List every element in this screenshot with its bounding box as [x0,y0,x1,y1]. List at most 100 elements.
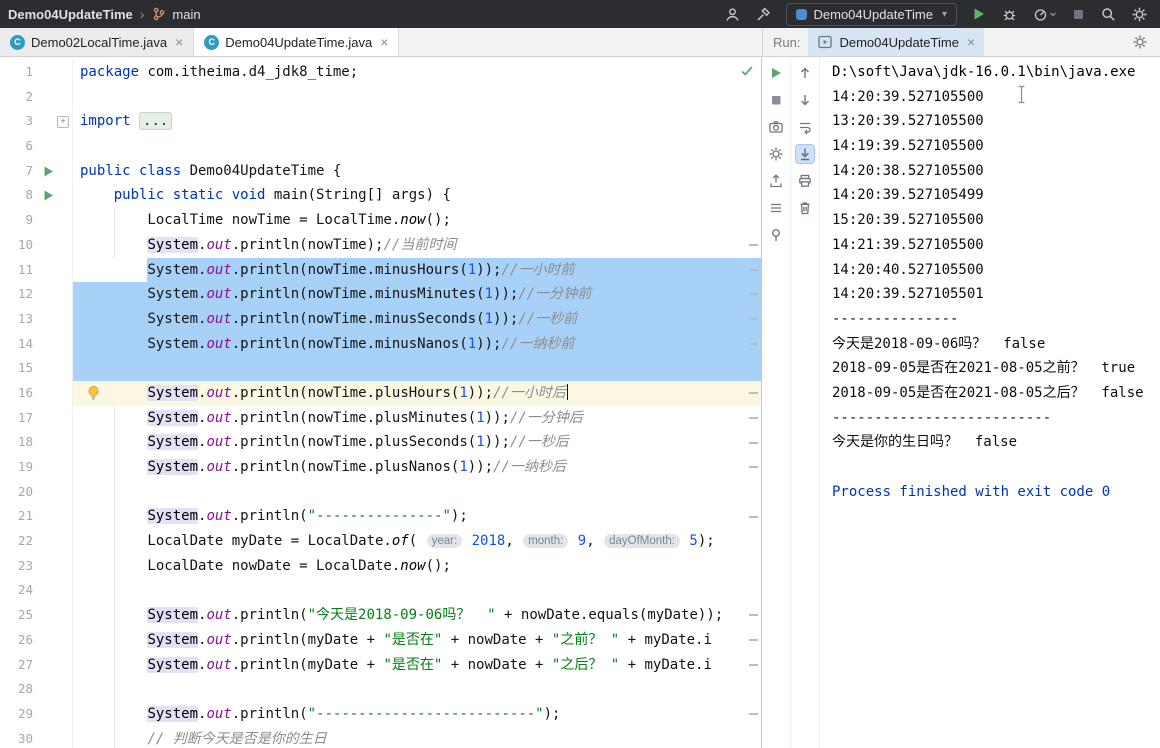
code-editor[interactable]: 1 package com.itheima.d4_jdk8_time; 2 3 + im… [0,57,762,748]
gutter[interactable]: 24 [0,578,73,604]
run-method-icon[interactable] [33,183,72,208]
soft-wrap-button[interactable] [796,118,814,136]
code-line[interactable]: 21 System.out.println("---------------")… [0,504,761,530]
rerun-button[interactable] [767,64,785,82]
gutter[interactable]: 25 [0,603,73,628]
settings-button[interactable] [767,145,785,163]
run-method-icon[interactable] [33,159,72,184]
close-icon[interactable]: × [967,35,975,49]
code-line[interactable]: 24 [0,578,761,604]
project-name[interactable]: Demo04UpdateTime [8,7,133,22]
fold-expand-icon[interactable]: + [57,116,69,129]
run-tab[interactable]: Demo04UpdateTime × [808,28,985,56]
console-output[interactable]: D:\soft\Java\jdk-16.0.1\bin\java.exe 14:2… [820,57,1160,748]
intention-bulb-icon[interactable] [86,385,101,401]
gutter[interactable]: 19 [0,455,73,480]
code-line[interactable]: 12 System.out.println(nowTime.minusMinut… [0,282,761,307]
gutter[interactable]: 30 [0,726,73,748]
gutter[interactable]: 8 [0,183,73,209]
dump-threads-button[interactable] [767,118,785,136]
profiler-button[interactable] [1032,6,1057,23]
code-line[interactable]: 11 System.out.println(nowTime.minusHours… [0,257,761,283]
gutter[interactable]: 14 [0,331,73,357]
code-line[interactable]: 8 public static void main(String[] args)… [0,183,761,209]
code-line[interactable]: 26 System.out.println(myDate + "是否在" + n… [0,627,761,653]
gutter[interactable]: 29 [0,701,73,727]
code-line[interactable]: 14 System.out.println(nowTime.minusNanos… [0,331,761,357]
chevron-down-icon: ▾ [941,8,947,20]
gutter[interactable]: 10 [0,232,73,258]
code-line[interactable]: 6 [0,134,761,159]
code-line[interactable]: 17 System.out.println(nowTime.plusMinute… [0,405,761,431]
gutter[interactable]: 12 [0,282,73,307]
run-button[interactable] [971,6,987,22]
code-line[interactable]: 30 // 判断今天是否是你的生日 [0,726,761,748]
run-settings-button[interactable] [1132,34,1148,50]
code-line[interactable]: 16 System.out.println(nowTime.plusHours(… [0,380,761,406]
code-line[interactable]: 10 System.out.println(nowTime);//当前时间 [0,232,761,258]
gutter[interactable]: 11 [0,257,73,283]
code-line[interactable]: 13 System.out.println(nowTime.minusSecon… [0,306,761,332]
code-line[interactable]: 28 [0,677,761,702]
pin-button[interactable] [767,226,785,244]
gutter[interactable]: 15 [0,356,73,381]
clear-all-button[interactable] [796,199,814,217]
gutter[interactable]: 22 [0,529,73,554]
gutter[interactable]: 27 [0,652,73,678]
editor-tab[interactable]: C Demo04UpdateTime.java × [194,28,400,56]
gutter[interactable]: 18 [0,430,73,455]
export-button[interactable] [767,172,785,190]
gutter[interactable]: 13 [0,306,73,332]
code-line[interactable]: 19 System.out.println(nowTime.plusNanos(… [0,455,761,480]
gutter[interactable]: 28 [0,677,73,702]
gutter[interactable]: 7 [0,158,73,184]
gutter[interactable]: 3 + [0,109,73,135]
console-line: 14:20:39.527105499 [832,187,984,204]
gutter[interactable]: 1 [0,60,73,85]
gutter[interactable]: 17 [0,405,73,431]
gutter[interactable]: 21 [0,504,73,530]
stop-button[interactable] [1071,7,1086,22]
code-line[interactable]: 27 System.out.println(myDate + "是否在" + n… [0,652,761,678]
code-line[interactable]: 29 System.out.println("-----------------… [0,701,761,727]
user-avatar-button[interactable] [724,6,741,23]
scroll-to-end-button[interactable] [796,145,814,163]
code-line[interactable]: 20 [0,479,761,505]
search-everywhere-button[interactable] [1100,6,1117,23]
code-line[interactable]: 15 [0,356,761,381]
gutter[interactable]: 9 [0,208,73,233]
gutter[interactable]: 6 [0,134,73,159]
options-menu-button[interactable] [767,199,785,217]
text-cursor-icon [1016,85,1027,108]
console-line: 2018-09-05是否在2021-08-05之前？ true [832,360,1136,377]
code-line[interactable]: 18 System.out.println(nowTime.plusSecond… [0,430,761,455]
debug-button[interactable] [1001,6,1018,23]
gutter[interactable]: 26 [0,627,73,653]
user-avatar-icon [726,7,738,21]
close-icon[interactable]: × [380,35,388,49]
code-line[interactable]: 23 LocalDate nowDate = LocalDate.now(); [0,553,761,579]
run-config-select[interactable]: Demo04UpdateTime ▾ [785,2,957,26]
gutter[interactable]: 2 [0,84,73,110]
code-line[interactable]: 2 [0,84,761,110]
gutter[interactable]: 23 [0,553,73,579]
print-button[interactable] [796,172,814,190]
gutter[interactable]: 16 [0,380,73,406]
gutter[interactable]: 20 [0,479,73,505]
code-line[interactable]: 25 System.out.println("今天是2018-09-06吗？ "… [0,603,761,628]
close-icon[interactable]: × [175,35,183,49]
editor-tab[interactable]: C Demo02LocalTime.java × [0,28,195,56]
code-line[interactable]: 1 package com.itheima.d4_jdk8_time; [0,60,761,85]
settings-button[interactable] [1131,6,1148,23]
stop-button[interactable] [767,91,785,109]
console-line: D:\soft\Java\jdk-16.0.1\bin\java.exe [832,64,1136,80]
code-line[interactable]: 22 LocalDate myDate = LocalDate.of( year… [0,529,761,554]
build-button[interactable] [755,6,772,23]
prev-occurrence-button[interactable] [796,64,814,82]
code-line[interactable]: 9 LocalTime nowTime = LocalTime.now(); [0,208,761,233]
code-line[interactable]: 3 + import ... [0,109,761,135]
code-line[interactable]: 7 public class Demo04UpdateTime { [0,158,761,184]
git-branch-widget[interactable]: main [151,6,201,22]
next-occurrence-button[interactable] [796,91,814,109]
